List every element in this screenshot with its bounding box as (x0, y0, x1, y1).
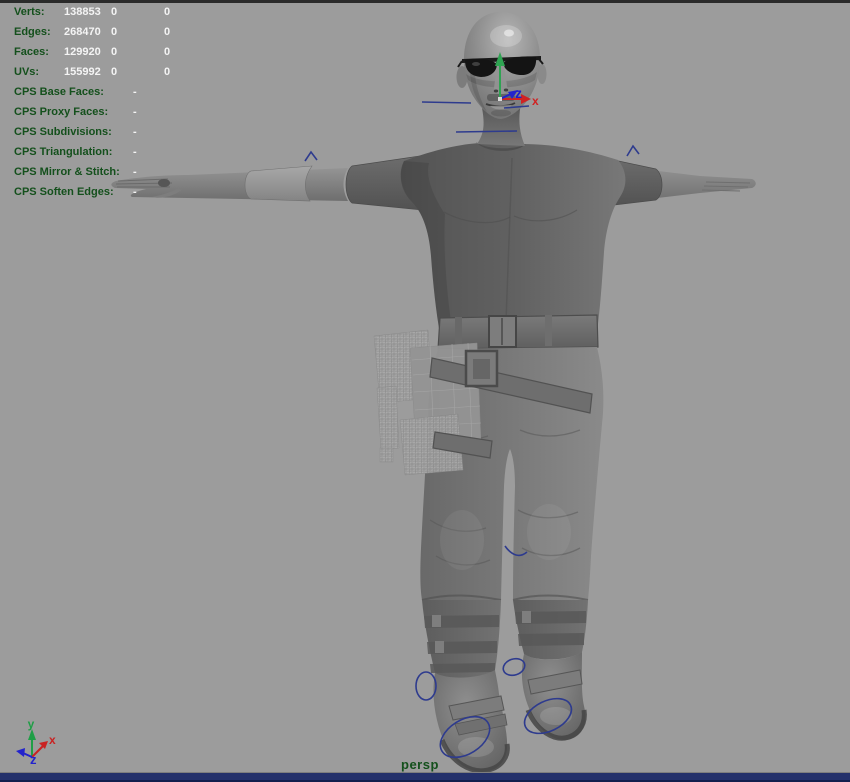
hud-value: 0 (111, 25, 117, 39)
manipulator-z-label: z (515, 85, 522, 101)
hud-value: 0 (164, 5, 170, 19)
manipulator-x-label: x (532, 94, 539, 108)
hud-row-verts: Verts: 138853 0 0 (0, 5, 320, 25)
rig-curve-left-ankle (416, 672, 436, 700)
hud-row-cps-triangulation: CPS Triangulation: - (0, 145, 320, 165)
view-axis-gizmo: y x z (16, 717, 56, 767)
hud-value: 138853 (64, 5, 101, 19)
hud-label: CPS Mirror & Stitch: (14, 165, 120, 179)
hud-label: CPS Subdivisions: (14, 125, 112, 139)
torso-shirt[interactable] (401, 142, 626, 334)
hud-value: 155992 (64, 65, 101, 79)
hud-value: - (133, 105, 137, 119)
hud-value: 0 (111, 65, 117, 79)
rig-curve-neck (456, 131, 517, 132)
hud-row-edges: Edges: 268470 0 0 (0, 25, 320, 45)
hud-label: CPS Triangulation: (14, 145, 112, 159)
hud-label: CPS Soften Edges: (14, 185, 114, 199)
hud-row-cps-base-faces: CPS Base Faces: - (0, 85, 320, 105)
hud-value: 0 (111, 5, 117, 19)
right-boot[interactable] (513, 600, 588, 740)
hud-label: UVs: (14, 65, 39, 79)
hud-row-faces: Faces: 129920 0 0 (0, 45, 320, 65)
left-boot[interactable] (422, 600, 507, 772)
hud-value: 0 (164, 65, 170, 79)
hud-value: - (133, 125, 137, 139)
rig-curve-right-shoulder (627, 146, 639, 156)
gizmo-z-label: z (30, 752, 37, 767)
gizmo-y-label: y (28, 717, 35, 731)
hud-value: 0 (164, 25, 170, 39)
hud-label: CPS Proxy Faces: (14, 105, 108, 119)
gizmo-x-label: x (49, 733, 56, 747)
hud-value: 0 (164, 45, 170, 59)
maya-perspective-viewport[interactable]: x z y x z Verts: 138853 0 (0, 0, 850, 782)
hud-value: - (133, 185, 137, 199)
hud-row-cps-subdivisions: CPS Subdivisions: - (0, 125, 320, 145)
hud-label: Faces: (14, 45, 49, 59)
hud-value: 129920 (64, 45, 101, 59)
hud-value: - (133, 145, 137, 159)
hud-value: - (133, 85, 137, 99)
hud-value: 268470 (64, 25, 101, 39)
hud-row-cps-mirror-stitch: CPS Mirror & Stitch: - (0, 165, 320, 185)
hud-label: Verts: (14, 5, 45, 19)
hud-row-cps-soften-edges: CPS Soften Edges: - (0, 185, 320, 205)
active-panel-border (0, 773, 850, 782)
hud-label: CPS Base Faces: (14, 85, 104, 99)
hud-row-cps-proxy-faces: CPS Proxy Faces: - (0, 105, 320, 125)
hud-row-uvs: UVs: 155992 0 0 (0, 65, 320, 85)
manipulator-center[interactable] (498, 97, 502, 101)
hud-value: 0 (111, 45, 117, 59)
hud-value: - (133, 165, 137, 179)
heads-up-display: Verts: 138853 0 0 Edges: 268470 0 0 Face… (0, 0, 320, 210)
camera-name-label: persp (401, 757, 439, 772)
hud-label: Edges: (14, 25, 51, 39)
